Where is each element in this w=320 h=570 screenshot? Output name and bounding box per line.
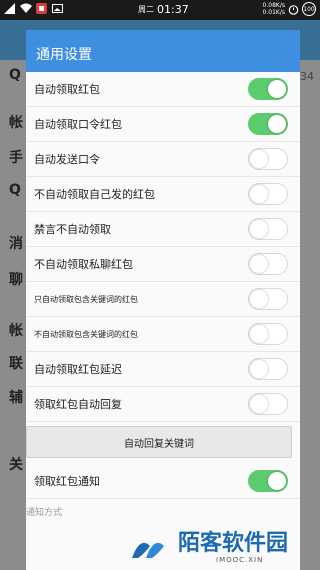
- setting-label: 禁言不自动领取: [34, 223, 111, 236]
- setting-label: 只自动领取包含关键词的红包: [34, 294, 138, 304]
- bg-item: 消: [9, 236, 23, 252]
- setting-label: 自动领取红包延迟: [34, 363, 122, 376]
- signal-icon: [4, 3, 15, 14]
- toggle-switch[interactable]: [248, 183, 288, 205]
- bg-item: 辅: [9, 390, 23, 406]
- watermark-text: 陌客软件园: [178, 529, 289, 556]
- alarm-icon: [288, 4, 299, 15]
- toggle-switch[interactable]: [248, 78, 288, 100]
- toggle-knob: [250, 325, 268, 343]
- status-day: 周二: [138, 5, 154, 14]
- setting-row-skip-keywords[interactable]: 不自动领取包含关键词的红包: [26, 317, 300, 352]
- setting-row-skip-private[interactable]: 不自动领取私聊红包: [26, 247, 300, 282]
- bg-right-value: 34: [300, 70, 314, 83]
- setting-label: 不自动领取包含关键词的红包: [34, 329, 138, 339]
- net-up: 0.08K/s: [262, 2, 285, 9]
- toggle-switch[interactable]: [248, 148, 288, 170]
- bg-item: 关: [9, 457, 23, 473]
- status-time: 01:37: [157, 3, 189, 16]
- toggle-knob: [250, 290, 268, 308]
- wifi-icon: [20, 3, 32, 14]
- toggle-switch[interactable]: [248, 470, 288, 492]
- setting-label: 不自动领取自己发的红包: [34, 188, 155, 201]
- notify-method-label: 通知方式: [26, 508, 63, 518]
- bg-item: 帐: [9, 323, 23, 339]
- toggle-switch[interactable]: [248, 288, 288, 310]
- setting-row-notify[interactable]: 领取红包通知: [26, 464, 300, 499]
- toggle-knob: [268, 115, 286, 133]
- setting-row-only-keywords[interactable]: 只自动领取包含关键词的红包: [26, 282, 300, 317]
- image-notification-icon: [52, 3, 63, 14]
- reply-keywords-row: 自动回复关键词: [26, 422, 300, 464]
- toggle-knob: [268, 472, 286, 490]
- notification-app-icon: [36, 3, 47, 14]
- setting-row-auto-claim[interactable]: 自动领取红包: [26, 72, 300, 107]
- setting-row-password-packet[interactable]: 自动领取口令红包: [26, 107, 300, 142]
- reply-keywords-button[interactable]: 自动回复关键词: [26, 426, 292, 458]
- toggle-knob: [268, 80, 286, 98]
- toggle-switch[interactable]: [248, 253, 288, 275]
- battery-level: 100: [303, 5, 315, 13]
- toggle-knob: [250, 255, 268, 273]
- watermark-logo-icon: [132, 542, 164, 558]
- setting-label: 领取红包通知: [34, 475, 100, 488]
- battery-icon: 100: [302, 2, 316, 16]
- dialog-title: 通用设置: [26, 30, 300, 72]
- setting-label: 自动发送口令: [34, 153, 100, 166]
- bg-item: 手: [9, 150, 23, 166]
- net-down: 0.01K/s: [262, 9, 285, 16]
- bg-item: 联: [9, 356, 23, 372]
- settings-dialog: 通用设置 自动领取红包 自动领取口令红包 自动发送口令 不自动领取自己发的红包 …: [26, 30, 300, 570]
- bg-item: Q: [9, 67, 21, 83]
- setting-row-auto-reply[interactable]: 领取红包自动回复: [26, 387, 300, 422]
- toggle-knob: [250, 220, 268, 238]
- toggle-switch[interactable]: [248, 113, 288, 135]
- bg-item: 聊: [9, 272, 23, 288]
- setting-row-skip-muted[interactable]: 禁言不自动领取: [26, 212, 300, 247]
- toggle-switch[interactable]: [248, 358, 288, 380]
- toggle-knob: [250, 150, 268, 168]
- toggle-switch[interactable]: [248, 393, 288, 415]
- toggle-switch[interactable]: [248, 323, 288, 345]
- toggle-knob: [250, 185, 268, 203]
- setting-label: 不自动领取私聊红包: [34, 258, 133, 271]
- site-watermark: 陌客软件园 IMOOC.XIN: [130, 523, 320, 570]
- setting-row-send-password[interactable]: 自动发送口令: [26, 142, 300, 177]
- toggle-knob: [250, 395, 268, 413]
- toggle-switch[interactable]: [248, 218, 288, 240]
- net-speed: 0.08K/s 0.01K/s: [263, 2, 285, 16]
- setting-label: 自动领取红包: [34, 83, 100, 96]
- setting-label: 自动领取口令红包: [34, 118, 122, 131]
- status-clock: 周二 01:37: [138, 3, 189, 16]
- setting-label: 领取红包自动回复: [34, 398, 122, 411]
- setting-row-skip-own[interactable]: 不自动领取自己发的红包: [26, 177, 300, 212]
- setting-row-delay[interactable]: 自动领取红包延迟: [26, 352, 300, 387]
- bg-item: Q: [9, 182, 21, 198]
- toggle-knob: [250, 360, 268, 378]
- watermark-sub: IMOOC.XIN: [216, 555, 264, 564]
- status-bar: 周二 01:37 0.08K/s 0.01K/s 100: [0, 0, 320, 20]
- bg-item: 帐: [9, 115, 23, 131]
